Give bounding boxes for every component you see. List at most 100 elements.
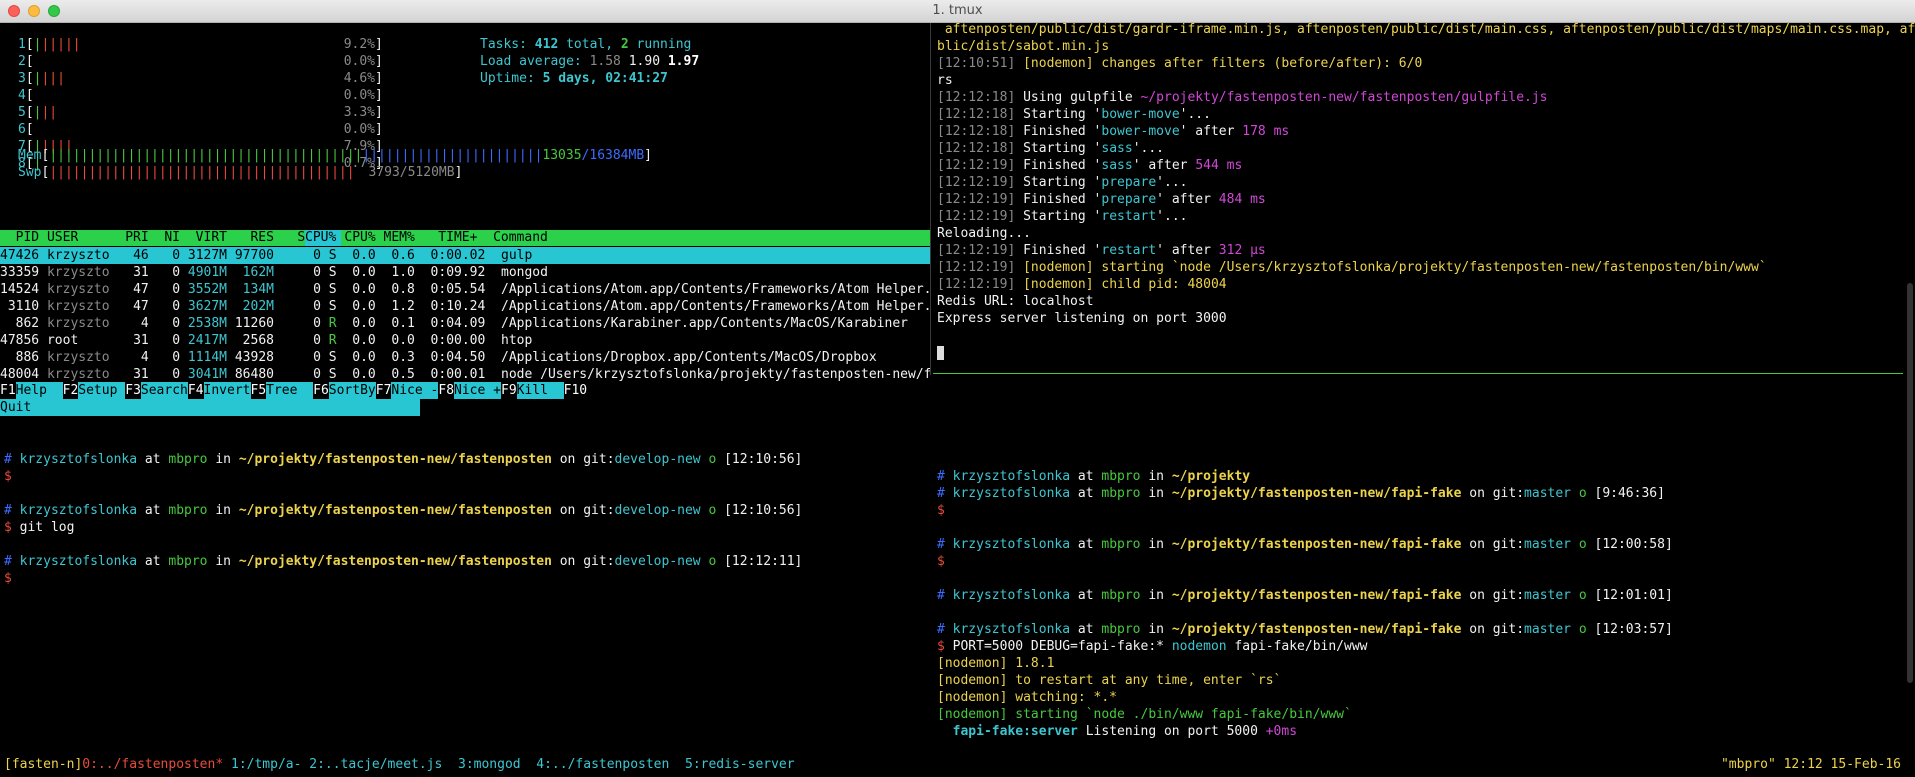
- fkey-f6[interactable]: F6: [313, 382, 329, 399]
- process-row[interactable]: 47856 root 31 0 2417M 2568 0 R 0.0 0.0 0…: [0, 332, 930, 349]
- fkey-f7[interactable]: F7: [376, 382, 392, 399]
- htop-function-keys[interactable]: F1Help F2Setup F3SearchF4InvertF5Tree F6…: [0, 382, 930, 416]
- nodemon-output: [nodemon] starting `node ./bin/www fapi-…: [937, 707, 1352, 722]
- fkey-f3[interactable]: F3: [125, 382, 141, 399]
- fkey-f2[interactable]: F2: [63, 382, 79, 399]
- log-line: Reloading...: [937, 226, 1031, 241]
- terminal-cursor[interactable]: [937, 344, 944, 361]
- htop-load-average: Load average: 1.58 1.90 1.97: [480, 54, 700, 69]
- cpu-meter: 2[0.0%]: [18, 54, 383, 69]
- fkey-label[interactable]: Quit: [0, 399, 420, 416]
- log-line: [12:12:19] [nodemon] child pid: 48004: [937, 277, 1227, 292]
- process-row[interactable]: 886 krzyszto 4 0 1114M 43928 0 S 0.0 0.3…: [0, 349, 930, 366]
- log-line: [12:12:19] Finished 'sass' after 544 ms: [937, 158, 1243, 173]
- log-line: [12:12:19] Starting 'prepare'...: [937, 175, 1188, 190]
- log-line: [12:12:19] Finished 'restart' after 312 …: [937, 243, 1266, 258]
- nodemon-output: [nodemon] to restart at any time, enter …: [937, 673, 1282, 688]
- shell-input-line[interactable]: $ PORT=5000 DEBUG=fapi-fake:* nodemon fa…: [937, 638, 1368, 655]
- fkey-label[interactable]: Kill: [516, 382, 564, 399]
- process-row[interactable]: 14524 krzyszto 47 0 3552M 134M 0 S 0.0 0…: [0, 281, 930, 298]
- fkey-label[interactable]: Invert: [203, 382, 251, 399]
- window-title: 1. tmux: [932, 3, 983, 18]
- log-line: Express server listening on port 3000: [937, 311, 1227, 326]
- log-line: [12:12:19] Starting 'restart'...: [937, 209, 1188, 224]
- shell-input-line[interactable]: $: [4, 570, 20, 587]
- tmux-status-bar: [fasten-n]0:../fastenposten* 1:/tmp/a- 2…: [0, 756, 1915, 773]
- fkey-label[interactable]: Tree: [266, 382, 314, 399]
- fkey-label[interactable]: Nice +: [454, 382, 501, 399]
- log-line: Redis URL: localhost: [937, 294, 1094, 309]
- log-line: aftenposten/public/dist/gardr-iframe.min…: [937, 22, 1915, 37]
- tmux-status-right: "mbpro" 12:12 15-Feb-16: [1720, 757, 1901, 772]
- log-line: [12:12:18] Starting 'bower-move'...: [937, 107, 1211, 122]
- process-row[interactable]: 48004 krzyszto 31 0 3041M 86480 0 S 0.0 …: [0, 366, 930, 383]
- shell-prompt: # krzysztofslonka at mbpro in ~/projekty…: [937, 537, 1673, 552]
- tmux-window-3[interactable]: 3:mongod: [458, 757, 521, 772]
- shell-prompt: # krzysztofslonka at mbpro in ~/projekty: [937, 469, 1251, 484]
- shell-prompt: # krzysztofslonka at mbpro in ~/projekty…: [937, 588, 1673, 603]
- shell-prompt: # krzysztofslonka at mbpro in ~/projekty…: [937, 486, 1665, 501]
- process-row[interactable]: 47426 krzyszto 46 0 3127M 97700 0 S 0.0 …: [0, 247, 930, 264]
- log-line: [12:12:19] Finished 'prepare' after 484 …: [937, 192, 1266, 207]
- tmux-window-4[interactable]: 4:../fastenposten: [536, 757, 669, 772]
- fkey-f9[interactable]: F9: [501, 382, 517, 399]
- tmux-window-5[interactable]: 5:redis-server: [685, 757, 795, 772]
- fkey-label[interactable]: Setup: [78, 382, 126, 399]
- pane-divider-horizontal[interactable]: [933, 373, 1903, 374]
- htop-tasks: Tasks: 412 total, 2 running: [480, 37, 692, 52]
- tmux-window-1[interactable]: 1:/tmp/a-: [231, 757, 301, 772]
- cpu-percent: 3.3%: [343, 105, 375, 120]
- log-line: [12:12:18] Finished 'bower-move' after 1…: [937, 124, 1290, 139]
- process-row[interactable]: 3110 krzyszto 47 0 3627M 202M 0 S 0.0 1.…: [0, 298, 930, 315]
- fkey-label[interactable]: Search: [140, 382, 188, 399]
- cpu-meter: 3[|||| 4.6%]: [18, 71, 383, 86]
- log-line: rs: [937, 73, 953, 88]
- scrollbar[interactable]: [1907, 283, 1913, 683]
- shell-input-line[interactable]: $ git log: [4, 519, 74, 536]
- log-line: blic/dist/sabot.min.js: [937, 39, 1110, 54]
- shell-prompt: # krzysztofslonka at mbpro in ~/projekty…: [4, 503, 803, 518]
- nodemon-output: [nodemon] 1.8.1: [937, 656, 1055, 671]
- fkey-f5[interactable]: F5: [251, 382, 267, 399]
- tmux-window-2[interactable]: 2:..tacje/meet.js: [309, 757, 442, 772]
- fkey-f4[interactable]: F4: [188, 382, 204, 399]
- shell-input-line[interactable]: $: [937, 553, 953, 570]
- htop-uptime: Uptime: 5 days, 02:41:27: [480, 71, 668, 86]
- mem-used: 13035: [542, 148, 582, 163]
- server-log: fapi-fake:server Listening on port 5000 …: [937, 724, 1298, 739]
- cpu-percent: 0.0%: [343, 88, 375, 103]
- shell-prompt: # krzysztofslonka at mbpro in ~/projekty…: [4, 554, 803, 569]
- log-line: [12:12:18] Starting 'sass'...: [937, 141, 1164, 156]
- fkey-label[interactable]: Nice -: [391, 382, 439, 399]
- fkey-f8[interactable]: F8: [438, 382, 454, 399]
- htop-swp-meter: Swp[||||||||||||||||||||||||||||||||||||…: [18, 165, 463, 180]
- log-line: [12:12:18] Using gulpfile ~/projekty/fas…: [937, 90, 1548, 105]
- fkey-label[interactable]: SortBy: [328, 382, 376, 399]
- nodemon-output: [nodemon] watching: *.*: [937, 690, 1118, 705]
- shell-prompt: # krzysztofslonka at mbpro in ~/projekty…: [4, 452, 803, 467]
- tmux-window-0[interactable]: 0:../fastenposten*: [82, 757, 223, 772]
- shell-input-line[interactable]: $: [937, 502, 953, 519]
- cpu-meter: 5[||| 3.3%]: [18, 105, 383, 120]
- window-titlebar: 1. tmux: [0, 0, 1915, 23]
- fkey-f10[interactable]: F10: [564, 382, 587, 399]
- pane-divider-vertical[interactable]: [930, 23, 931, 375]
- process-row[interactable]: 33359 krzyszto 31 0 4901M 162M 0 S 0.0 1…: [0, 264, 930, 281]
- cpu-meter: 1[|||||| 9.2%]: [18, 37, 383, 52]
- terminal-area[interactable]: 1[|||||| 9.2%] 2[0.0%] 3[|||| 4.6%] 4[0.0%] 5[…: [0, 22, 1915, 777]
- tmux-session-name: [fasten-n]: [4, 757, 83, 772]
- log-line: [12:12:19] [nodemon] starting `node /Use…: [937, 260, 1767, 275]
- fkey-f1[interactable]: F1: [0, 382, 16, 399]
- cpu-percent: 0.0%: [343, 122, 375, 137]
- fkey-label[interactable]: Help: [15, 382, 63, 399]
- cpu-percent: 0.0%: [343, 54, 375, 69]
- htop-mem-meter: Mem[||||||||||||||||||||||||||||||||||||…: [18, 148, 652, 163]
- cpu-percent: 4.6%: [343, 71, 375, 86]
- htop-column-header[interactable]: PID USER PRI NI VIRT RES SHR S CPU% MEM%…: [0, 230, 930, 246]
- process-row[interactable]: 862 krzyszto 4 0 2538M 11260 0 R 0.0 0.1…: [0, 315, 930, 332]
- shell-prompt: # krzysztofslonka at mbpro in ~/projekty…: [937, 622, 1673, 637]
- log-line: [12:10:51] [nodemon] changes after filte…: [937, 56, 1423, 71]
- cpu-meter: 6[0.0%]: [18, 122, 383, 137]
- shell-input-line[interactable]: $: [4, 468, 20, 485]
- cpu-meter: 4[0.0%]: [18, 88, 383, 103]
